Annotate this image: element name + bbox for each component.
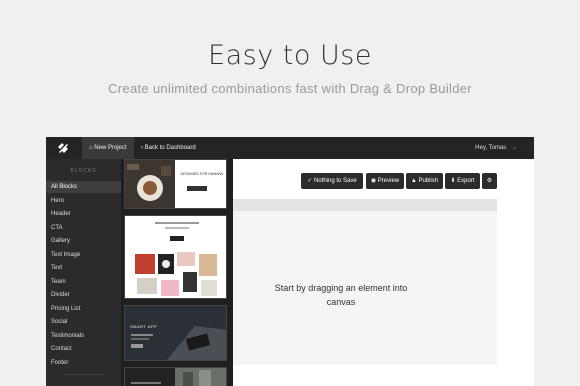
sidebar-item-header[interactable]: Header (46, 208, 121, 220)
chevron-left-icon: ‹ (141, 145, 143, 151)
thumbnail-app-image (125, 306, 226, 360)
blocks-panel: DESIGNED FOR HUMANS SMART APP (121, 159, 233, 386)
sidebar-divider (64, 374, 104, 375)
sidebar-item-testimonials[interactable]: Testimonials (46, 330, 121, 342)
thumbnail-title: DESIGNED FOR HUMANS (180, 172, 224, 176)
sidebar-item-divider[interactable]: Divider (46, 289, 121, 301)
logo-icon[interactable] (56, 141, 70, 155)
sidebar-item-contact[interactable]: Contact (46, 343, 121, 355)
publish-label: Publish (418, 178, 439, 184)
block-thumbnail-partial[interactable] (124, 367, 227, 386)
canvas-area: ✓ Nothing to Save ◉ Preview ▲ Publish ⬇ … (233, 159, 534, 386)
sidebar-item-hero[interactable]: Hero (46, 195, 121, 207)
hero-title: Easy to Use (208, 40, 372, 71)
empty-canvas-message: Start by dragging an element into canvas (233, 281, 449, 309)
hero-subtitle: Create unlimited combinations fast with … (108, 81, 472, 96)
check-icon: ✓ (307, 178, 313, 184)
sidebar-item-pricing-list[interactable]: Pricing List (46, 303, 121, 315)
eye-icon: ◉ (370, 178, 377, 184)
sidebar-item-gallery[interactable]: Gallery (46, 235, 121, 247)
chevron-down-icon: ⌄ (511, 145, 517, 151)
sidebar-item-text-image[interactable]: Text Image (46, 249, 121, 261)
sidebar-item-all-blocks[interactable]: All Blocks (46, 181, 121, 193)
preview-button[interactable]: ◉ Preview (366, 173, 404, 189)
back-label: Back to Dashboard (144, 145, 196, 151)
thumbnail-image (125, 160, 207, 208)
export-label: Export (457, 178, 475, 184)
block-thumbnail-hero[interactable]: DESIGNED FOR HUMANS (124, 159, 227, 209)
sidebar-item-social[interactable]: Social (46, 316, 121, 328)
home-icon: ⌂ (89, 145, 93, 151)
canvas-header-bar (233, 199, 497, 211)
thumbs-up-icon: ▲ (410, 178, 417, 184)
back-to-dashboard-button[interactable]: ‹ Back to Dashboard (134, 137, 203, 159)
new-project-label: New Project (94, 145, 127, 151)
top-bar: ⌂ New Project ‹ Back to Dashboard Hey, T… (46, 137, 534, 159)
settings-button[interactable]: ⚙ (482, 173, 497, 189)
sidebar-item-team[interactable]: Team (46, 276, 121, 288)
empty-canvas-line2: canvas (326, 297, 356, 307)
sidebar-item-text[interactable]: Text (46, 262, 121, 274)
thumbnail-gallery-image (135, 222, 217, 296)
save-label: Nothing to Save (314, 178, 357, 184)
sidebar-item-footer[interactable]: Footer (46, 357, 121, 369)
sidebar-item-cta[interactable]: CTA (46, 222, 121, 234)
preview-label: Preview (377, 178, 400, 184)
block-thumbnail-gallery[interactable] (124, 215, 227, 299)
thumbnail-title: SMART APP (130, 324, 158, 329)
user-menu[interactable]: Hey, Tomas ⌄ (468, 137, 524, 159)
download-icon: ⬇ (450, 178, 456, 184)
blocks-sidebar: BLOCKS All Blocks Hero Header CTA Galler… (46, 159, 121, 386)
sidebar-heading: BLOCKS (70, 168, 97, 174)
new-project-button[interactable]: ⌂ New Project (82, 137, 134, 159)
builder-window: ⌂ New Project ‹ Back to Dashboard Hey, T… (46, 137, 534, 386)
nothing-to-save-button[interactable]: ✓ Nothing to Save (301, 173, 363, 189)
gear-icon: ⚙ (486, 178, 493, 184)
publish-button[interactable]: ▲ Publish (406, 173, 443, 189)
canvas-dropzone[interactable]: Start by dragging an element into canvas (233, 199, 497, 365)
block-thumbnail-app[interactable]: SMART APP (124, 305, 227, 361)
thumbnail-partial-image (125, 368, 226, 386)
user-greeting: Hey, Tomas (475, 145, 507, 151)
empty-canvas-line1: Start by dragging an element into (274, 283, 408, 293)
export-button[interactable]: ⬇ Export (445, 173, 480, 189)
